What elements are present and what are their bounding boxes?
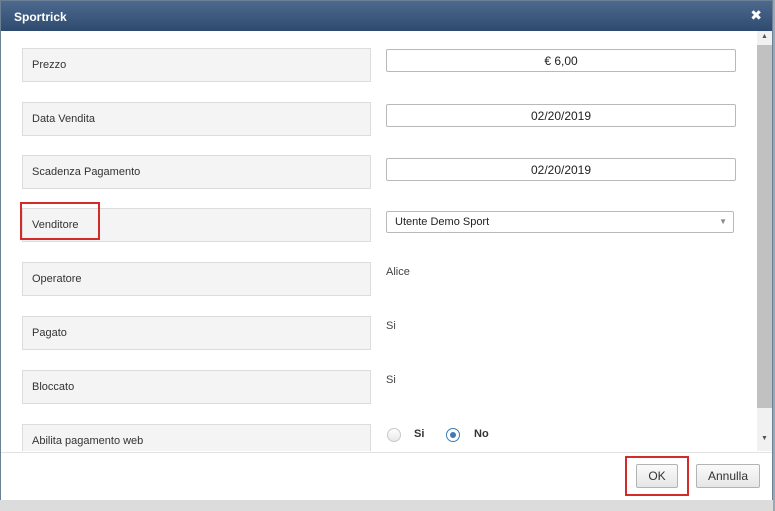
venditore-label: Venditore <box>32 219 79 231</box>
prezzo-label-box: Prezzo <box>22 48 371 82</box>
pagato-label: Pagato <box>32 327 67 339</box>
venditore-label-box: Venditore <box>22 208 371 242</box>
bloccato-label-box: Bloccato <box>22 370 371 404</box>
abilita-pagamento-web-label: Abilita pagamento web <box>32 435 144 447</box>
scroll-thumb[interactable] <box>757 45 772 408</box>
scadenza-pagamento-input[interactable] <box>386 158 736 181</box>
radio-no-label: No <box>474 428 489 440</box>
prezzo-label: Prezzo <box>32 59 67 71</box>
operatore-value: Alice <box>386 266 410 278</box>
chevron-down-icon: ▼ <box>719 217 727 226</box>
form-content: Prezzo Data Vendita Scadenza Pagamento V… <box>1 31 774 451</box>
abilita-pagamento-web-label-box: Abilita pagamento web <box>22 424 371 451</box>
radio-no[interactable] <box>446 428 460 442</box>
sportrick-dialog: Sportrick ✖ Prezzo Data Vendita Scadenza… <box>0 0 773 500</box>
data-vendita-label-box: Data Vendita <box>22 102 371 136</box>
operatore-label-box: Operatore <box>22 262 371 296</box>
dialog-titlebar: Sportrick ✖ <box>1 1 772 31</box>
data-vendita-input[interactable] <box>386 104 736 127</box>
pagato-value: Si <box>386 320 396 332</box>
venditore-select[interactable]: Utente Demo Sport ▼ <box>386 211 734 233</box>
bloccato-value: Si <box>386 374 396 386</box>
dialog-footer: OK Annulla <box>1 452 772 500</box>
bloccato-label: Bloccato <box>32 381 75 393</box>
annulla-button[interactable]: Annulla <box>696 464 760 488</box>
scadenza-pagamento-label-box: Scadenza Pagamento <box>22 155 371 189</box>
dialog-title: Sportrick <box>14 10 67 24</box>
scroll-up-icon[interactable]: ▲ <box>757 33 772 45</box>
data-vendita-label: Data Vendita <box>32 113 95 125</box>
pagato-label-box: Pagato <box>22 316 371 350</box>
operatore-label: Operatore <box>32 273 82 285</box>
scroll-down-icon[interactable]: ▼ <box>757 435 772 447</box>
radio-si-label: Si <box>414 428 425 440</box>
vertical-scrollbar[interactable]: ▲ ▼ <box>757 31 772 451</box>
scadenza-pagamento-label: Scadenza Pagamento <box>32 166 141 178</box>
close-icon[interactable]: ✖ <box>750 7 762 24</box>
venditore-selected-value: Utente Demo Sport <box>395 216 490 228</box>
prezzo-input[interactable] <box>386 49 736 72</box>
ok-button[interactable]: OK <box>636 464 678 488</box>
radio-si[interactable] <box>387 428 401 442</box>
